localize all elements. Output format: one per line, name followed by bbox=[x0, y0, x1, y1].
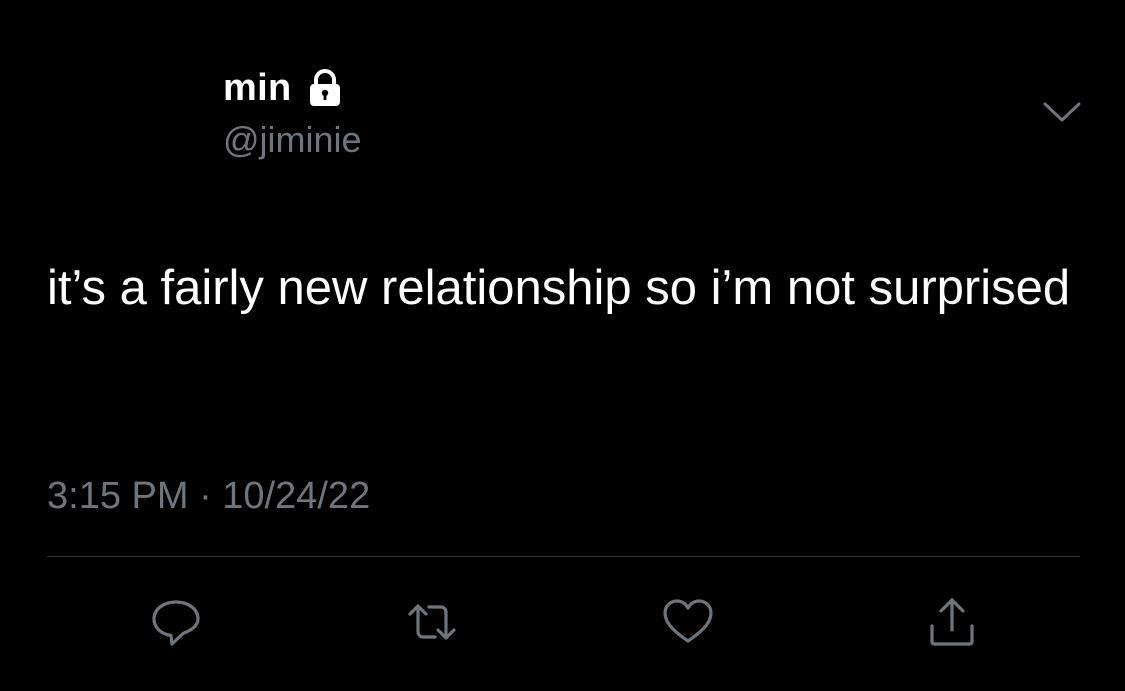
share-icon bbox=[930, 598, 974, 646]
reply-icon bbox=[152, 600, 200, 646]
tweet-timestamp[interactable]: 3:15 PM · 10/24/22 bbox=[47, 470, 370, 522]
tweet: min @jiminie it’s a fairly new relations… bbox=[0, 0, 1125, 691]
heart-icon bbox=[663, 599, 713, 643]
display-name[interactable]: min bbox=[223, 64, 291, 112]
tweet-header: min @jiminie bbox=[223, 64, 362, 162]
tweet-actions bbox=[0, 590, 1125, 654]
retweet-button[interactable] bbox=[400, 590, 464, 654]
lock-icon bbox=[305, 68, 345, 108]
name-row: min bbox=[223, 64, 362, 112]
retweet-icon bbox=[408, 604, 456, 640]
like-button[interactable] bbox=[656, 590, 720, 654]
reply-button[interactable] bbox=[144, 590, 208, 654]
chevron-down-icon[interactable] bbox=[1041, 98, 1083, 126]
share-button[interactable] bbox=[920, 590, 984, 654]
divider bbox=[47, 556, 1080, 557]
user-handle[interactable]: @jiminie bbox=[223, 118, 362, 162]
tweet-text: it’s a fairly new relationship so i’m no… bbox=[47, 261, 1071, 315]
